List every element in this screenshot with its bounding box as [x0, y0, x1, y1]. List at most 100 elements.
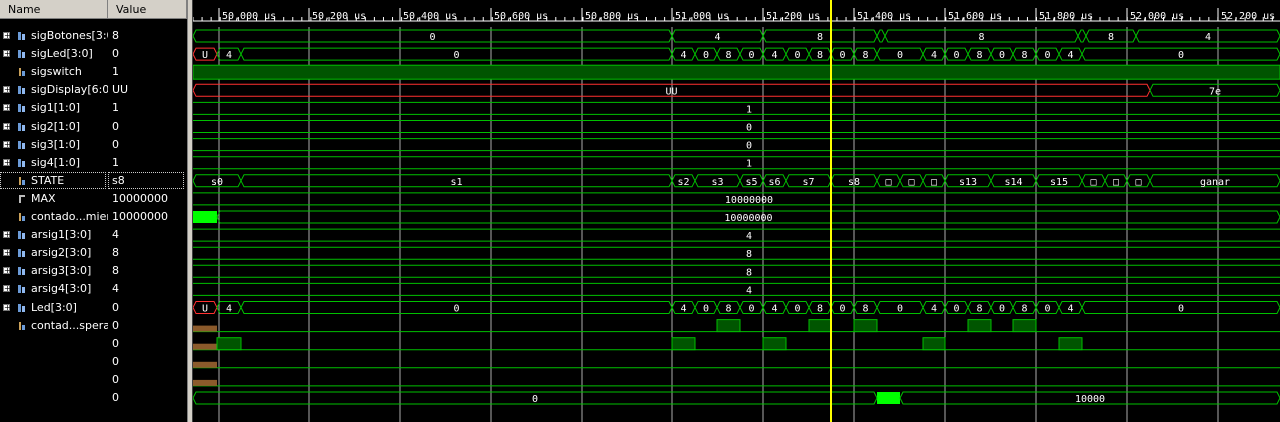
signal-row[interactable]: + sig3[1:0]: [0, 136, 108, 154]
signal-row[interactable]: + sig1[1:0]: [0, 99, 108, 117]
bus-segment: [876, 29, 886, 43]
ruler-tick-label: 50,400 us: [403, 11, 457, 22]
value-column-header[interactable]: Value: [108, 0, 187, 19]
wave-value-label: 0: [429, 32, 435, 43]
expand-icon[interactable]: +: [3, 86, 11, 94]
selection-outline: [108, 171, 184, 189]
undefined-region: [193, 325, 217, 332]
bit-pulse: [1058, 337, 1083, 351]
signal-value: 8: [112, 246, 119, 260]
signal-value: 10000000: [112, 210, 168, 223]
wave-value-label: 0: [748, 50, 754, 61]
expand-icon[interactable]: +: [3, 32, 11, 40]
wave-value-label: 0: [453, 304, 459, 315]
signal-value: 8: [112, 29, 119, 42]
expand-icon[interactable]: +: [3, 231, 11, 239]
signal-value: 0: [112, 372, 119, 386]
wave-value-label: s14: [1004, 177, 1022, 188]
waveform-canvas[interactable]: 50,000 us 50,200 us 50,400 us 50,600 us 50,8…: [193, 0, 1280, 422]
signal-row[interactable]: contado...mienzo: [0, 208, 108, 226]
signal-row[interactable]: [0, 335, 108, 353]
signal-row[interactable]: + sigLed[3:0]: [0, 45, 108, 63]
signal-row[interactable]: [0, 389, 108, 407]
wave-value-label: 0: [1178, 304, 1184, 315]
bit-pulse: [216, 337, 242, 351]
signal-row[interactable]: + sigBotones[3:0]: [0, 27, 108, 45]
signal-row[interactable]: [0, 353, 108, 371]
expand-icon[interactable]: +: [3, 285, 11, 293]
signal-row[interactable]: + sigDisplay[6:0]: [0, 81, 108, 99]
bus-signal-icon: [15, 122, 26, 132]
wave-value-label: 0: [999, 50, 1005, 61]
waveform-panel[interactable]: 50,000 us 50,200 us 50,400 us 50,600 us 50,8…: [193, 0, 1280, 422]
wave-value-label: 8: [725, 50, 731, 61]
signal-name: arsig1[3:0]: [31, 228, 92, 242]
signal-row[interactable]: sigswitch: [0, 63, 108, 81]
signal-row[interactable]: + sig4[1:0]: [0, 154, 108, 172]
wave-value-label: 0: [1044, 50, 1050, 61]
wave-value-label: □: [885, 177, 891, 188]
wave-value-label: 4: [746, 231, 752, 242]
bit-high-fill: [193, 64, 1280, 80]
signal-name: contad...spera5: [31, 318, 108, 332]
name-column-header[interactable]: Name: [0, 0, 108, 19]
ruler-tick-label: 52,000 us: [1130, 11, 1184, 22]
signal-row[interactable]: [0, 371, 108, 389]
expand-icon[interactable]: +: [3, 267, 11, 275]
wave-value-label: 8: [746, 267, 752, 278]
wave-value-label: 4: [1205, 32, 1211, 43]
signal-row[interactable]: + arsig3[3:0]: [0, 262, 108, 280]
signal-row[interactable]: + arsig2[3:0]: [0, 244, 108, 262]
wave-value-label: s7: [802, 177, 814, 188]
signal-value-panel: Value 8 0 1 UU 1 0 0 1 s8 10000000 10000000 4 8 8 4 0 0 0…: [108, 0, 187, 422]
signal-value: 0: [112, 119, 119, 133]
signal-row[interactable]: + sig2[1:0]: [0, 118, 108, 136]
ruler-tick-label: 50,000 us: [222, 11, 276, 22]
signal-name: Led[3:0]: [31, 300, 77, 314]
wave-value-label: 0: [532, 394, 538, 405]
expand-icon[interactable]: +: [3, 104, 11, 112]
wave-value-label: □: [908, 177, 914, 188]
bus-signal-icon: [15, 284, 26, 294]
bus-signal-icon: [15, 31, 26, 41]
bit-signal-icon: [15, 321, 26, 331]
signal-name: sig3[1:0]: [31, 137, 81, 151]
expand-icon[interactable]: +: [3, 158, 11, 166]
signal-row[interactable]: + arsig4[3:0]: [0, 280, 108, 298]
bit-pulse: [967, 319, 992, 333]
ruler-tick-label: 51,800 us: [1039, 11, 1093, 22]
expand-icon[interactable]: +: [3, 249, 11, 257]
signal-row[interactable]: MAX: [0, 190, 108, 208]
wave-value-label: 10000000: [725, 195, 773, 206]
signal-name: contado...mienzo: [31, 210, 108, 223]
bit-pulse: [1012, 319, 1037, 333]
wave-value-label: U: [202, 50, 208, 61]
undefined-region: [193, 361, 217, 368]
wave-value-label: 0: [703, 304, 709, 315]
bus-signal-icon: [15, 158, 26, 168]
expand-icon[interactable]: +: [3, 140, 11, 148]
wave-value-label: 8: [1108, 32, 1114, 43]
wave-value-label: 0: [453, 50, 459, 61]
wave-value-label: 0: [703, 50, 709, 61]
expand-icon[interactable]: +: [3, 122, 11, 130]
wave-value-label: 8: [976, 304, 982, 315]
signal-value: 0: [112, 47, 119, 61]
ruler-tick-label: 51,000 us: [675, 11, 729, 22]
signal-value: 10000000: [112, 191, 168, 205]
wave-value-label: s6: [768, 177, 780, 188]
signal-row[interactable]: contad...spera5: [0, 317, 108, 335]
signal-row[interactable]: + Led[3:0]: [0, 299, 108, 317]
signal-row[interactable]: STATE: [0, 171, 108, 190]
wave-value-label: s2: [677, 177, 689, 188]
expand-icon[interactable]: +: [3, 50, 11, 58]
undefined-region: [193, 379, 217, 386]
wave-value-label: 0: [746, 141, 752, 152]
bit-pulse: [671, 337, 696, 351]
signal-row[interactable]: + arsig1[3:0]: [0, 226, 108, 244]
expand-icon[interactable]: +: [3, 303, 11, 311]
bus-signal-icon: [15, 49, 26, 59]
signal-name: MAX: [31, 191, 56, 205]
signal-value: 1: [112, 155, 119, 169]
bus-signal-icon: [15, 266, 26, 276]
